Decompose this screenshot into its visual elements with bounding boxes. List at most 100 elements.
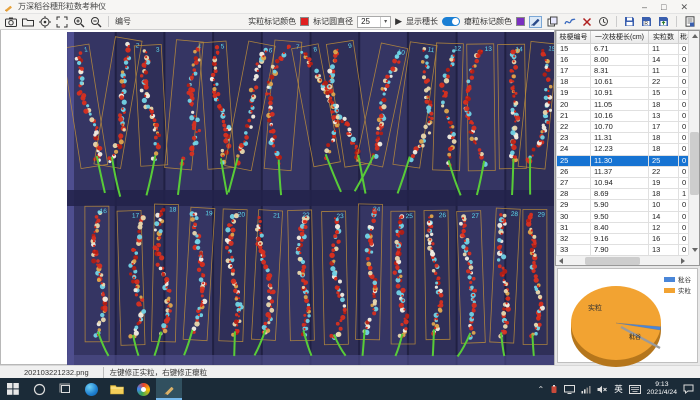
svg-text:12: 12 (454, 45, 462, 52)
table-row[interactable]: 2611.37220 (557, 166, 690, 177)
save-icon[interactable] (623, 16, 636, 28)
camera-icon[interactable] (4, 16, 17, 28)
zoom-out-icon[interactable] (89, 16, 102, 28)
volume-muted-icon[interactable] (597, 385, 608, 394)
table-row[interactable]: 2511.30250 (557, 155, 690, 166)
pencil-edit-icon[interactable] (529, 16, 542, 28)
circle-diameter-select[interactable]: 25 ▾ (357, 16, 391, 28)
spline-icon[interactable] (563, 16, 576, 28)
svg-text:27: 27 (472, 213, 480, 220)
svg-text:29: 29 (538, 211, 546, 218)
report-icon[interactable] (683, 16, 696, 28)
play-button[interactable]: ▶ (395, 16, 402, 27)
svg-text:23: 23 (336, 213, 344, 220)
svg-text:秕谷: 秕谷 (629, 333, 641, 341)
table-row[interactable]: 318.40120 (557, 222, 690, 233)
tray-expand-icon[interactable]: ⌃ (538, 385, 545, 394)
pie-chart-panel: 秕谷实粒 实粒秕谷 (557, 268, 698, 363)
table-row[interactable]: 2110.16130 (557, 110, 690, 121)
table-row[interactable]: 309.50140 (557, 211, 690, 222)
scroll-up-arrow[interactable] (689, 31, 700, 41)
scroll-down-arrow[interactable] (689, 245, 700, 255)
maximize-button[interactable]: □ (661, 1, 666, 13)
main-area: 1234567891011121314151617181920212223242… (0, 30, 700, 365)
browser-icon[interactable] (130, 378, 156, 400)
taskbar-clock[interactable]: 9:13 2021/4/24 (647, 381, 677, 397)
ime-indicator[interactable]: 英 (614, 383, 623, 395)
grain-table-panel: 枝梗编号一次枝梗长(cm)实粒数秕谷 156.71110168.00140178… (555, 30, 700, 266)
table-row[interactable]: 2210.70170 (557, 121, 690, 132)
empty-color-swatch[interactable] (516, 17, 525, 26)
open-folder-icon[interactable] (21, 16, 34, 28)
cortana-search-button[interactable] (26, 378, 52, 400)
scroll-right-arrow[interactable] (678, 256, 688, 266)
touch-keyboard-icon[interactable] (629, 385, 641, 394)
show-length-toggle[interactable] (442, 17, 460, 26)
show-length-label: 显示穗长 (406, 16, 438, 27)
chevron-down-icon[interactable]: ▾ (380, 17, 390, 27)
table-row[interactable]: 329.16160 (557, 233, 690, 244)
toolbar-separator (616, 16, 617, 27)
svg-text:28: 28 (511, 211, 519, 218)
delete-icon[interactable] (580, 16, 593, 28)
horizontal-scroll-thumb[interactable] (585, 257, 640, 265)
start-button[interactable] (0, 378, 26, 400)
undo-history-icon[interactable] (597, 16, 610, 28)
close-button[interactable]: ✕ (680, 1, 688, 13)
scroll-left-arrow[interactable] (556, 256, 566, 266)
column-header[interactable]: 实粒数 (649, 31, 679, 43)
grain-analyzer-app-icon[interactable] (156, 378, 182, 400)
table-row[interactable]: 2311.31180 (557, 133, 690, 144)
table-row[interactable]: 2412.23180 (557, 144, 690, 155)
app-window: 万深稻谷穗形粒数考种仪 – □ ✕ 编号 实粒标记颜色 标记圆 (0, 0, 700, 400)
copy-icon[interactable] (546, 16, 559, 28)
action-center-icon[interactable] (683, 384, 694, 394)
tray-time: 9:13 (647, 381, 677, 389)
save-report-icon[interactable]: R (640, 16, 653, 28)
export-icon[interactable] (657, 16, 670, 28)
table-row[interactable]: 2011.05180 (557, 99, 690, 110)
filled-color-swatch[interactable] (300, 17, 309, 26)
zoom-in-icon[interactable] (72, 16, 85, 28)
table-row[interactable]: 178.31110 (557, 65, 690, 76)
table-row[interactable]: 2710.94190 (557, 177, 690, 188)
table-row[interactable]: 295.90100 (557, 200, 690, 211)
horizontal-scrollbar[interactable] (556, 255, 688, 265)
specimen-photo[interactable]: 1234567891011121314151617181920212223242… (67, 32, 554, 365)
window-title: 万深稻谷穗形粒数考种仪 (18, 1, 642, 12)
column-header[interactable]: 枝梗编号 (557, 31, 591, 43)
target-icon[interactable] (38, 16, 51, 28)
minimize-button[interactable]: – (642, 1, 647, 13)
svg-text:21: 21 (273, 212, 281, 219)
file-explorer-icon[interactable] (104, 378, 130, 400)
circle-diameter-value: 25 (361, 17, 370, 26)
svg-text:14: 14 (515, 46, 523, 53)
table-row[interactable]: 288.69181 (557, 189, 690, 200)
network-icon[interactable] (581, 385, 591, 394)
toolbar-separator (108, 16, 109, 27)
svg-text:17: 17 (132, 213, 140, 220)
svg-text:25: 25 (406, 213, 414, 220)
toolbar: 编号 实粒标记颜色 标记圆直径 25 ▾ ▶ 显示穗长 瘪粒标记颜色 (0, 14, 700, 30)
image-canvas[interactable]: 1234567891011121314151617181920212223242… (0, 30, 555, 365)
toolbar-separator (676, 16, 677, 27)
scrollbar-corner (688, 255, 699, 265)
empty-color-label: 瘪粒标记颜色 (464, 16, 512, 27)
vertical-scrollbar[interactable] (688, 31, 699, 255)
usb-device-icon[interactable] (550, 385, 558, 394)
vertical-scroll-thumb[interactable] (690, 132, 699, 195)
table-row[interactable]: 1910.91150 (557, 88, 690, 99)
table-row[interactable]: 168.00140 (557, 54, 690, 65)
table-row[interactable]: 156.71110 (557, 43, 690, 54)
grain-table-body: 156.71110168.00140178.311101810.61220191… (557, 43, 690, 266)
mouse-hint: 左键修正实粒，右键修正瘪粒 (103, 367, 208, 378)
edge-browser-icon[interactable] (78, 378, 104, 400)
fit-screen-icon[interactable] (55, 16, 68, 28)
task-view-button[interactable] (52, 378, 78, 400)
table-row[interactable]: 1810.61220 (557, 77, 690, 88)
column-header[interactable]: 一次枝梗长(cm) (591, 31, 649, 43)
number-button[interactable]: 编号 (115, 16, 131, 27)
svg-text:24: 24 (373, 206, 381, 213)
display-icon[interactable] (564, 385, 575, 394)
filled-color-label: 实粒标记颜色 (248, 16, 296, 27)
